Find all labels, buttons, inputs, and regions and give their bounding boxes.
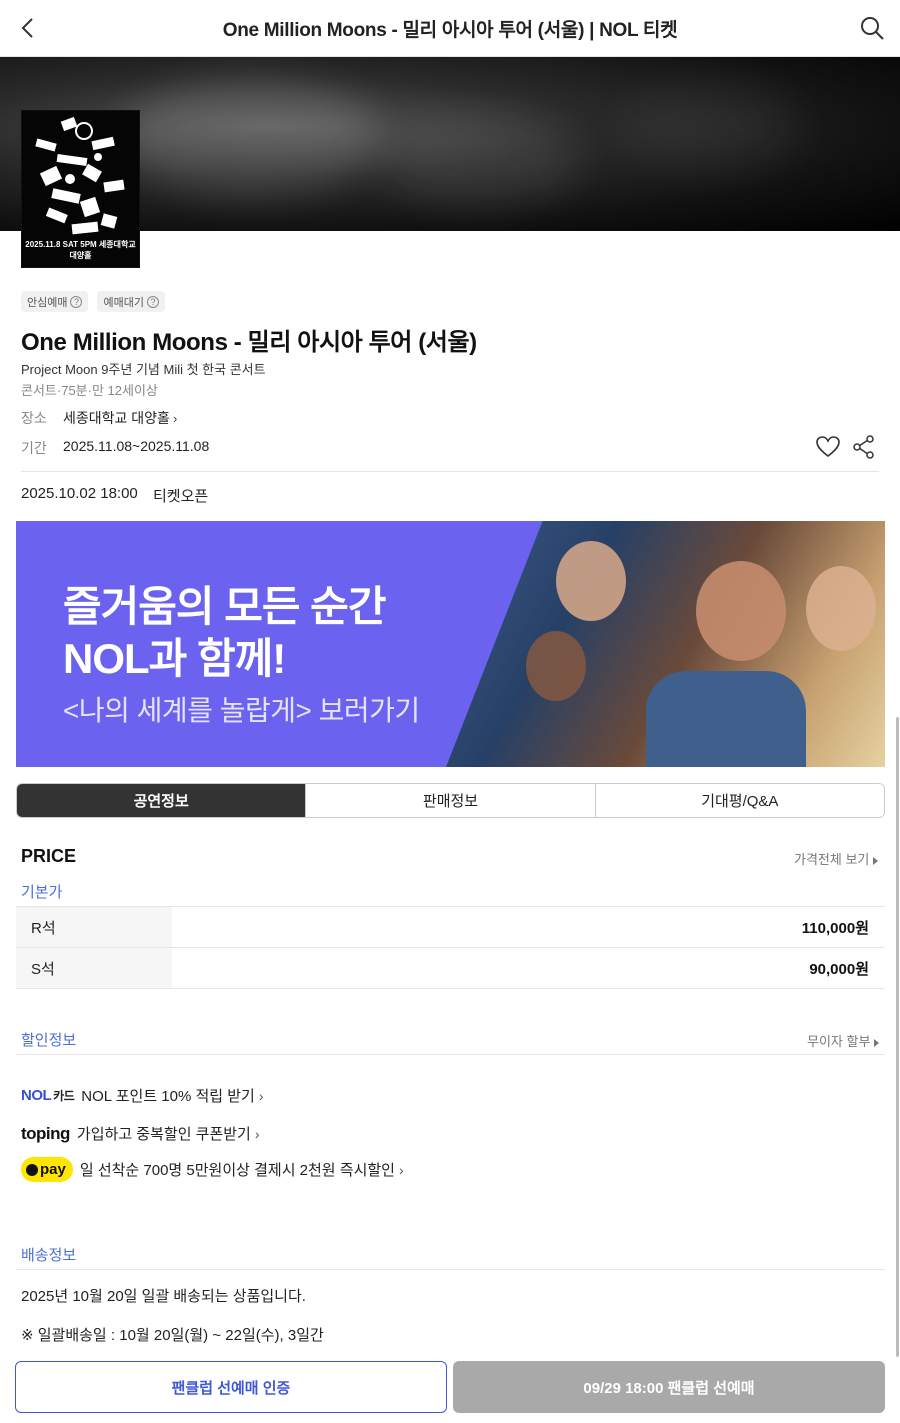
discount-item-toping[interactable]: toping 가입하고 중복할인 쿠폰받기 › [21,1123,260,1144]
performance-subtitle: Project Moon 9주년 기념 Mili 첫 한국 콘서트 [21,362,266,377]
table-row: R석 110,000원 [16,907,885,948]
divider [16,1269,885,1270]
shipping-schedule-line: ※ 일괄배송일 : 10월 20일(월) ~ 22일(수), 3일간 [21,1327,324,1344]
divider [16,1054,885,1055]
caret-right-icon [873,856,879,865]
banner-cta: <나의 세계를 놀랍게> 보러가기 [63,695,420,726]
venue-link[interactable]: 세종대학교 대양홀 › [63,408,177,428]
back-arrow-icon[interactable] [16,14,44,42]
seat-price: 90,000원 [809,960,869,978]
ticket-open-label: 티켓오픈 [153,488,209,505]
seat-price: 110,000원 [801,919,869,937]
price-table: R석 110,000원 S석 90,000원 [16,906,885,989]
price-section-title: PRICE [21,846,77,866]
banner-headline-2: NOL과 함께! [63,635,286,682]
tab-sales-info[interactable]: 판매정보 [305,784,595,817]
fanclub-presale-button[interactable]: 09/29 18:00 팬클럽 선예매 [453,1361,885,1413]
chevron-right-icon: › [398,1161,404,1178]
performance-meta: 콘서트·75분·만 12세이상 [21,383,158,398]
search-icon[interactable] [858,14,886,42]
help-icon: ? [70,295,83,308]
page-title: One Million Moons - 밀리 아시아 투어 (서울) | NOL… [222,19,678,41]
ticket-open-date: 2025.10.02 18:00 [21,485,138,502]
performance-title: One Million Moons - 밀리 아시아 투어 (서울) [21,329,477,356]
help-icon: ? [146,295,159,308]
period-label: 기간 [21,440,47,456]
badge-row: 안심예매 ? 예매대기 ? [21,291,165,312]
caret-right-icon [874,1038,880,1047]
installment-link[interactable]: 무이자 할부 [807,1031,880,1050]
chevron-right-icon: › [254,1125,260,1142]
heart-icon[interactable] [815,434,841,460]
toping-logo: toping [21,1123,70,1143]
view-all-prices-link[interactable]: 가격전체 보기 [794,849,879,868]
pay-logo: pay [21,1157,73,1182]
fanclub-presale-verify-button[interactable]: 팬클럽 선예매 인증 [15,1361,447,1413]
share-icon[interactable] [851,434,877,460]
detail-tabs: 공연정보 판매정보 기대평/Q&A [16,783,885,818]
shipping-info-line: 2025년 10월 20일 일괄 배송되는 상품입니다. [21,1288,306,1305]
promo-banner[interactable]: 즐거움의 모든 순간 NOL과 함께! <나의 세계를 놀랍게> 보러가기 [16,521,885,767]
chevron-right-icon: › [258,1087,264,1104]
banner-photo [446,521,885,767]
tab-reviews-qa[interactable]: 기대평/Q&A [594,784,884,817]
poster-image[interactable]: 2025.11.8 SAT 5PM 세종대학교 대양홀 [21,110,140,268]
discount-item-nol-card[interactable]: NOL 카드 NOL 포인트 10% 적립 받기 › [21,1085,264,1106]
seat-grade: R석 [16,907,172,947]
safe-booking-badge[interactable]: 안심예매 ? [21,291,89,312]
poster-date-text: 2025.11.8 SAT 5PM 세종대학교 대양홀 [25,240,136,260]
base-price-label: 기본가 [21,884,63,901]
scrollbar[interactable] [896,717,899,1357]
chevron-right-icon: › [172,411,178,426]
seat-grade: S석 [16,948,172,988]
top-app-bar: One Million Moons - 밀리 아시아 투어 (서울) | NOL… [0,0,900,57]
venue-label: 장소 [21,410,47,426]
shipping-section-title: 배송정보 [21,1247,77,1264]
waitlist-badge[interactable]: 예매대기 ? [97,291,165,312]
table-row: S석 90,000원 [16,948,885,989]
period-value: 2025.11.08~2025.11.08 [63,438,210,454]
divider [21,471,879,472]
discount-item-pay[interactable]: pay 일 선착순 700명 5만원이상 결제시 2천원 즉시할인 › [21,1157,404,1182]
nol-card-logo: NOL 카드 [21,1087,75,1104]
discount-section-title: 할인정보 [21,1032,77,1049]
tab-performance-info[interactable]: 공연정보 [17,784,306,817]
